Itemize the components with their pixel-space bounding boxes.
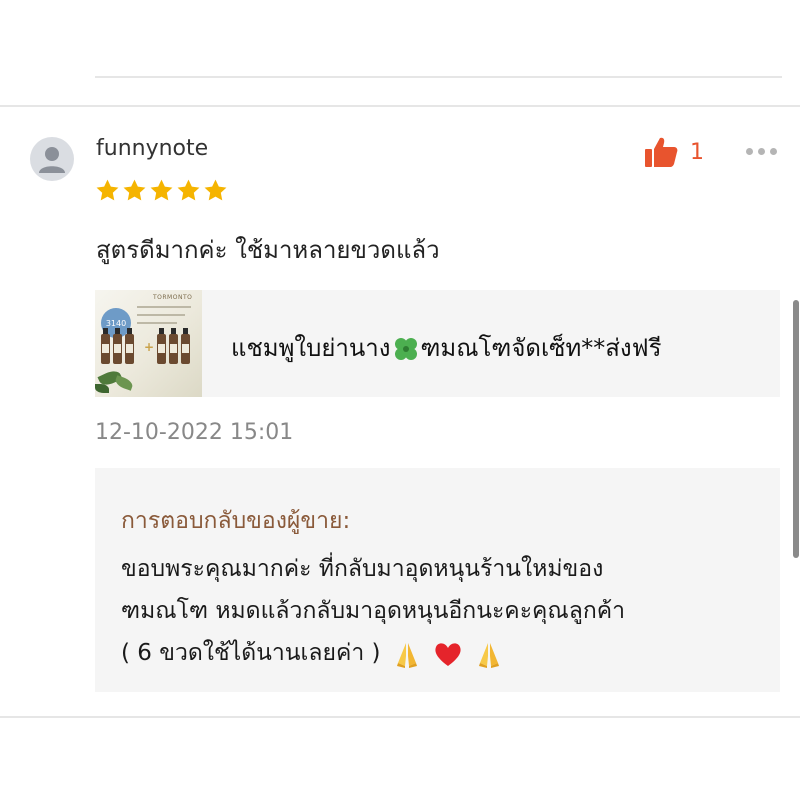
thumbnail-caption	[137, 306, 191, 308]
thumbnail-caption	[137, 314, 185, 316]
star-icon	[204, 179, 227, 201]
bottom-divider	[0, 716, 800, 718]
plus-icon: +	[144, 340, 155, 354]
star-icon	[96, 179, 119, 201]
more-options-button[interactable]	[746, 148, 777, 155]
reviewer-name[interactable]: funnynote	[96, 136, 208, 161]
more-icon-dot	[758, 148, 765, 155]
seller-reply-line: ( 6 ขวดใช้ได้นานเลยค่า )	[121, 640, 381, 666]
avatar[interactable]	[30, 137, 74, 181]
thumbnail-caption	[137, 322, 177, 324]
product-thumbnail[interactable]: TORMONTO 3140 +	[95, 290, 202, 397]
leaf-decoration	[113, 375, 135, 391]
seller-reply-line-3: ( 6 ขวดใช้ได้นานเลยค่า )	[121, 632, 625, 674]
star-icon	[177, 179, 200, 201]
section-divider	[0, 105, 800, 107]
red-heart-icon	[435, 642, 461, 666]
review-timestamp: 12-10-2022 15:01	[95, 420, 294, 445]
thumbs-up-icon	[645, 137, 678, 167]
product-title-part1: แชมพูใบย่านาง	[231, 334, 391, 362]
top-divider	[95, 76, 782, 78]
bottle	[181, 328, 190, 364]
folded-hands-icon	[479, 642, 500, 668]
product-title-part2: ฑมณโฑจัดเซ็ท**ส่งฟรี	[420, 334, 662, 362]
user-icon	[39, 147, 65, 173]
product-card[interactable]: TORMONTO 3140 + แชมพูใบย่านาง ฑมณโฑจัดเซ…	[95, 290, 780, 397]
like-button[interactable]: 1	[644, 136, 704, 168]
four-leaf-clover-icon	[394, 338, 417, 360]
folded-hands-icon	[396, 642, 417, 668]
seller-reply-text: ขอบพระคุณมากค่ะ ที่กลับมาอุดหนุนร้านใหม่…	[121, 548, 625, 674]
seller-reply-heading: การตอบกลับของผู้ขาย:	[121, 508, 351, 534]
more-icon-dot	[770, 148, 777, 155]
leaf-decoration	[95, 384, 109, 393]
scrollbar-thumb[interactable]	[793, 300, 799, 558]
more-icon	[746, 148, 753, 155]
bottle	[113, 328, 122, 364]
review-text: สูตรดีมากค่ะ ใช้มาหลายขวดแล้ว	[96, 236, 440, 264]
like-count: 1	[690, 139, 704, 165]
seller-reply-line: ฑมณโฑ หมดแล้วกลับมาอุดหนุนอีกนะคะคุณลูกค…	[121, 598, 626, 624]
bottle	[157, 328, 166, 364]
product-title[interactable]: แชมพูใบย่านาง ฑมณโฑจัดเซ็ท**ส่งฟรี	[231, 328, 662, 367]
star-icon	[123, 179, 146, 201]
seller-reply-line: ขอบพระคุณมากค่ะ ที่กลับมาอุดหนุนร้านใหม่…	[121, 556, 604, 582]
bottle	[169, 328, 178, 364]
bottle	[101, 328, 110, 364]
bottle	[125, 328, 134, 364]
seller-reply-box: การตอบกลับของผู้ขาย: ขอบพระคุณมากค่ะ ที่…	[95, 468, 780, 692]
thumbnail-brand: TORMONTO	[153, 294, 193, 301]
rating-stars	[95, 178, 228, 203]
star-icon	[150, 179, 173, 201]
